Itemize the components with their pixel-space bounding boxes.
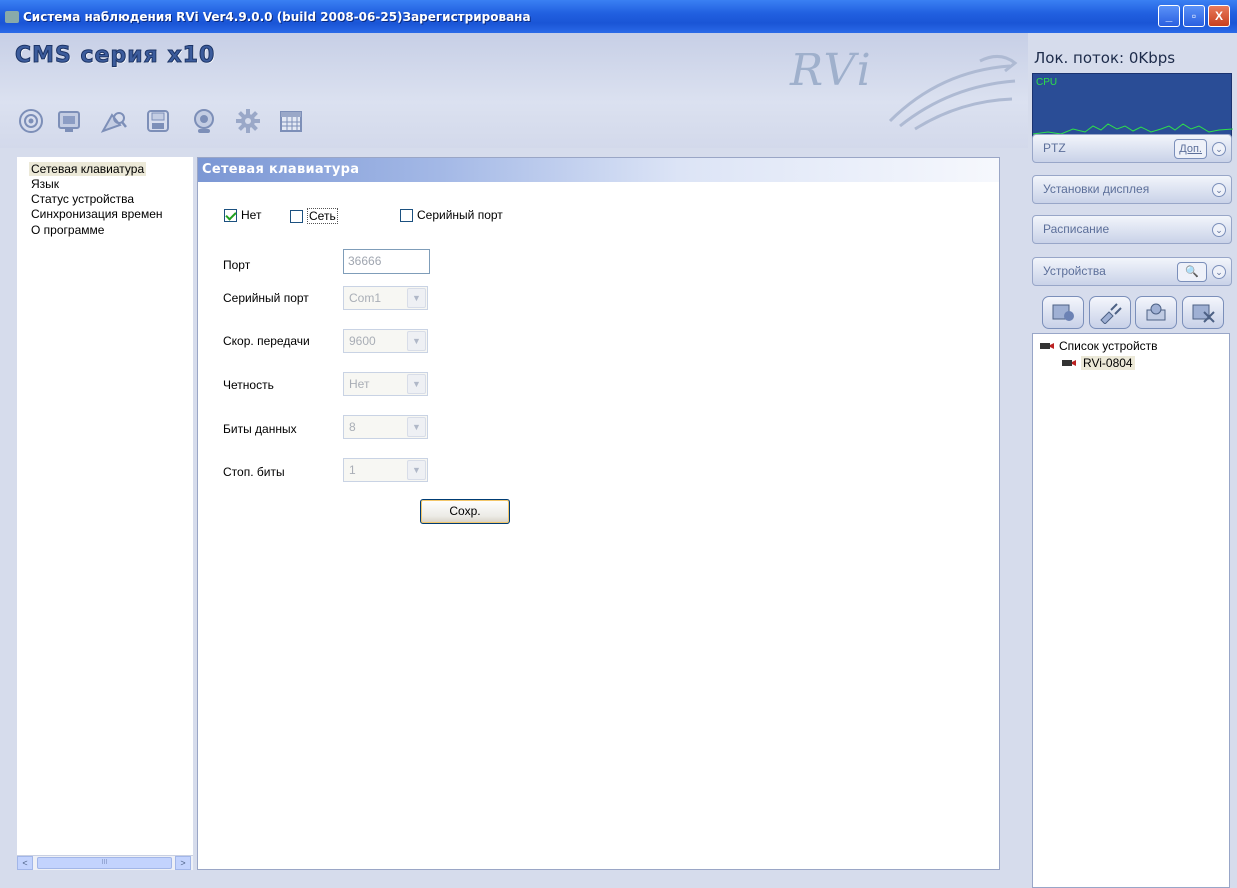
display-settings-header[interactable]: Установки дисплея ⌄ (1032, 175, 1232, 204)
display-settings-label: Установки дисплея (1043, 182, 1150, 196)
maximize-button[interactable]: ▫ (1183, 5, 1205, 27)
webcam-icon[interactable] (189, 106, 219, 136)
stop-bits-select[interactable]: 1 ▼ (343, 458, 428, 482)
search-icon[interactable]: 🔍 (1177, 262, 1207, 282)
horizontal-scrollbar[interactable]: < III > (17, 855, 193, 870)
monitor-icon[interactable] (54, 106, 84, 136)
remove-device-icon (1192, 304, 1215, 323)
title-bar: Система наблюдения RVi Ver4.9.0.0 (build… (0, 0, 1237, 33)
chevron-down-icon[interactable]: ▼ (407, 417, 426, 437)
gear-icon[interactable] (233, 106, 263, 136)
device-settings-button[interactable] (1135, 296, 1177, 329)
app-icon (5, 10, 19, 23)
nav-item-time-sync[interactable]: Синхронизация времен (31, 207, 163, 221)
camera-icon (1062, 360, 1076, 366)
window-title: Система наблюдения RVi Ver4.9.0.0 (build… (23, 9, 531, 24)
chevron-down-icon[interactable]: ⌄ (1212, 223, 1226, 237)
tree-root-label: Список устройств (1059, 339, 1158, 353)
checkbox-none[interactable]: Нет (224, 208, 261, 222)
nav-item-about[interactable]: О программе (31, 223, 104, 237)
eye-icon[interactable] (16, 106, 46, 136)
devices-label: Устройства (1043, 264, 1106, 278)
settings-nav: Сетевая клавиатура Язык Статус устройств… (17, 157, 193, 870)
ptz-panel-header[interactable]: PTZ Доп. ⌄ (1032, 134, 1232, 163)
panel-title: Сетевая клавиатура (198, 158, 999, 182)
network-keyboard-panel: Сетевая клавиатура Нет Сеть Серийный пор… (197, 157, 1000, 870)
scroll-right-button[interactable]: > (175, 856, 191, 870)
parity-value: Нет (349, 377, 370, 391)
nav-item-network-keyboard[interactable]: Сетевая клавиатура (29, 162, 147, 176)
baud-rate-select[interactable]: 9600 ▼ (343, 329, 428, 353)
checkbox-box[interactable] (290, 209, 303, 223)
data-bits-value: 8 (349, 420, 356, 434)
app-logo: CMS серия x10 (14, 43, 216, 69)
nav-item-device-status[interactable]: Статус устройства (31, 192, 134, 206)
chevron-down-icon[interactable]: ▼ (407, 460, 426, 480)
tree-root[interactable]: Список устройств (1039, 339, 1158, 353)
camera-icon (1040, 343, 1054, 349)
chevron-down-icon[interactable]: ▼ (407, 374, 426, 394)
parity-select[interactable]: Нет ▼ (343, 372, 428, 396)
schedule-label: Расписание (1043, 222, 1110, 236)
checkbox-box[interactable] (400, 208, 413, 222)
checkbox-serial-port[interactable]: Серийный порт (400, 208, 503, 222)
chevron-down-icon[interactable]: ⌄ (1212, 183, 1226, 197)
data-bits-select[interactable]: 8 ▼ (343, 415, 428, 439)
connect-device-button[interactable] (1089, 296, 1131, 329)
stop-bits-label: Стоп. биты (223, 465, 285, 479)
right-panel: Лок. поток: 0Kbps CPU PTZ Доп. ⌄ Установ… (1028, 33, 1237, 888)
brand-logo: RVi (790, 45, 873, 96)
chevron-down-icon[interactable]: ⌄ (1212, 265, 1226, 279)
close-button[interactable]: X (1208, 5, 1230, 27)
serial-port-select[interactable]: Com1 ▼ (343, 286, 428, 310)
nav-item-language[interactable]: Язык (31, 177, 59, 191)
baud-rate-label: Скор. передачи (223, 334, 310, 348)
scroll-thumb[interactable]: III (37, 857, 172, 869)
minimize-button[interactable]: _ (1158, 5, 1180, 27)
schedule-header[interactable]: Расписание ⌄ (1032, 215, 1232, 244)
plug-icon (1100, 302, 1122, 324)
data-bits-label: Биты данных (223, 422, 297, 436)
stop-bits-value: 1 (349, 463, 356, 477)
add-device-button[interactable] (1042, 296, 1084, 329)
devices-settings-icon (1146, 303, 1166, 320)
chevron-down-icon[interactable]: ▼ (407, 331, 426, 351)
save-button[interactable]: Сохр. (420, 499, 510, 524)
devices-header[interactable]: Устройства 🔍 ⌄ (1032, 257, 1232, 286)
ptz-extra-button[interactable]: Доп. (1174, 139, 1207, 159)
app-header: CMS серия x10 RVi (0, 33, 1028, 148)
tree-item-label: RVi-0804 (1081, 356, 1135, 370)
parity-label: Четность (223, 378, 274, 392)
serial-port-value: Com1 (349, 291, 382, 305)
port-input[interactable]: 36666 (343, 249, 430, 274)
baud-rate-value: 9600 (349, 334, 376, 348)
scroll-left-button[interactable]: < (17, 856, 33, 870)
checkbox-box[interactable] (224, 208, 237, 222)
brand-wing-logo (888, 55, 1018, 131)
remove-device-button[interactable] (1182, 296, 1224, 329)
checkbox-label: Сеть (307, 208, 338, 224)
ptz-label: PTZ (1043, 141, 1066, 155)
chevron-down-icon[interactable]: ▼ (407, 288, 426, 308)
port-label: Порт (223, 258, 251, 272)
checkbox-network[interactable]: Сеть (290, 208, 338, 224)
add-device-icon (1052, 304, 1074, 321)
serial-port-label: Серийный порт (223, 291, 309, 305)
calendar-icon[interactable] (276, 106, 306, 136)
chevron-down-icon[interactable]: ⌄ (1212, 142, 1226, 156)
stream-rate-label: Лок. поток: 0Kbps (1034, 49, 1176, 67)
device-tree: Список устройств RVi-0804 (1032, 333, 1230, 888)
checkbox-label: Серийный порт (417, 208, 503, 222)
save-icon[interactable] (143, 106, 173, 136)
search-icon[interactable] (99, 106, 129, 136)
checkbox-label: Нет (241, 208, 262, 222)
tree-item-device[interactable]: RVi-0804 (1061, 356, 1135, 370)
